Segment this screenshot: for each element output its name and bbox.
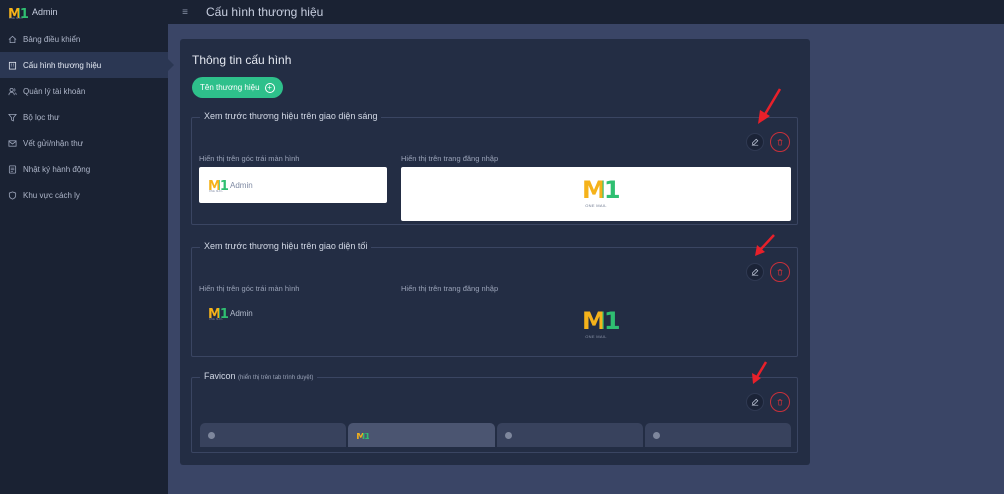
brand-label: Admin xyxy=(32,7,58,17)
sidebar-item-label: Khu vực cách ly xyxy=(23,190,80,200)
light-left-label: Hiển thị trên góc trái màn hình xyxy=(199,154,300,163)
favicon-subtitle: (hiển thị trên tab trình duyệt) xyxy=(238,375,314,381)
m1-logo-icon: M1 ONE MAIL xyxy=(208,179,229,194)
dark-theme-section: Xem trước thương hiệu trên giao diện tối… xyxy=(191,241,798,357)
trash-icon xyxy=(777,399,783,406)
edit-dark-button[interactable] xyxy=(746,263,764,281)
card-title: Thông tin cấu hình xyxy=(192,53,292,67)
sidebar-item-quarantine[interactable]: Khu vực cách ly xyxy=(0,182,168,208)
users-icon xyxy=(8,87,17,96)
trash-icon xyxy=(777,139,783,146)
favicon-browser-tabs: M1 xyxy=(200,423,791,447)
edit-icon xyxy=(751,138,759,146)
m1-logo-icon: M1 ONE MAIL xyxy=(8,7,29,22)
sidebar-item-brand-config[interactable]: Cấu hình thương hiệu xyxy=(0,52,174,78)
dark-login-preview: M1 ONE MAIL xyxy=(401,300,791,350)
light-theme-title: Xem trước thương hiệu trên giao diện sán… xyxy=(200,111,382,121)
dark-right-label: Hiển thị trên trang đăng nhập xyxy=(401,284,499,293)
page-title: Cấu hình thương hiệu xyxy=(206,5,324,19)
dark-left-preview: M1 ONE MAIL Admin xyxy=(199,298,387,328)
light-left-preview: M1 ONE MAIL Admin xyxy=(199,167,387,203)
mail-icon xyxy=(8,139,17,148)
m1-favicon-icon: M1 xyxy=(356,432,370,442)
sidebar-item-label: Cấu hình thương hiệu xyxy=(23,60,102,70)
config-card: Thông tin cấu hình Tên thương hiệu + Xem… xyxy=(180,39,810,465)
dark-theme-title: Xem trước thương hiệu trên giao diện tối xyxy=(200,241,372,251)
log-icon xyxy=(8,164,17,174)
edit-light-button[interactable] xyxy=(746,133,764,151)
brand[interactable]: M1 ONE MAIL Admin xyxy=(0,0,168,24)
edit-icon xyxy=(751,268,759,276)
light-right-label: Hiển thị trên trang đăng nhập xyxy=(401,154,499,163)
dark-left-label: Hiển thị trên góc trái màn hình xyxy=(199,284,300,293)
favicon-section: Favicon (hiển thị trên tab trình duyệt) … xyxy=(191,371,798,453)
edit-favicon-button[interactable] xyxy=(746,393,764,411)
home-icon xyxy=(8,35,17,44)
annotation-arrow-icon xyxy=(758,88,782,124)
light-theme-section: Xem trước thương hiệu trên giao diện sán… xyxy=(191,111,798,225)
sidebar-nav: Bảng điều khiển Cấu hình thương hiệu Quả… xyxy=(0,26,174,208)
annotation-arrow-icon xyxy=(755,234,775,256)
delete-light-button[interactable] xyxy=(770,132,790,152)
sidebar-item-label: Quản lý tài khoản xyxy=(23,86,86,96)
trash-icon xyxy=(777,269,783,276)
sidebar-item-mail-filter[interactable]: Bộ lọc thư xyxy=(0,104,168,130)
delete-favicon-button[interactable] xyxy=(770,392,790,412)
edit-icon xyxy=(751,398,759,406)
tab-favicon-placeholder-icon xyxy=(208,431,215,439)
sidebar-item-action-log[interactable]: Nhật ký hành động xyxy=(0,156,168,182)
browser-tab[interactable] xyxy=(644,423,791,447)
sidebar-item-label: Bảng điều khiển xyxy=(23,34,81,44)
filter-icon xyxy=(8,113,17,122)
topbar: ≡ Cấu hình thương hiệu xyxy=(168,0,1004,24)
delete-dark-button[interactable] xyxy=(770,262,790,282)
tab-favicon-placeholder-icon xyxy=(652,431,660,439)
sidebar: M1 ONE MAIL Admin Bảng điều khiển Cấu hì… xyxy=(0,0,174,494)
browser-tab[interactable] xyxy=(200,423,347,447)
sidebar-item-label: Bộ lọc thư xyxy=(23,112,60,122)
menu-toggle-icon[interactable]: ≡ xyxy=(178,5,192,19)
tab-favicon-placeholder-icon xyxy=(504,431,512,439)
add-brand-button-label: Tên thương hiệu xyxy=(200,83,260,92)
sidebar-item-label: Vết gửi/nhận thư xyxy=(23,138,84,148)
browser-tab-active[interactable]: M1 xyxy=(348,423,495,447)
sidebar-item-label: Nhật ký hành động xyxy=(23,164,91,174)
m1-logo-large-icon: M1 ONE MAIL xyxy=(582,307,621,339)
annotation-arrow-icon xyxy=(752,361,768,384)
shield-icon xyxy=(8,190,17,200)
browser-tab[interactable] xyxy=(496,423,643,447)
sidebar-item-mail-trace[interactable]: Vết gửi/nhận thư xyxy=(0,130,168,156)
dark-admin-text: Admin xyxy=(230,308,253,318)
add-brand-button[interactable]: Tên thương hiệu + xyxy=(192,77,283,98)
sidebar-item-dashboard[interactable]: Bảng điều khiển xyxy=(0,26,168,52)
m1-logo-large-icon: M1 ONE MAIL xyxy=(582,176,621,208)
building-icon xyxy=(8,61,17,70)
sidebar-item-accounts[interactable]: Quản lý tài khoản xyxy=(0,78,168,104)
m1-logo-icon: M1 ONE MAIL xyxy=(208,307,229,322)
light-admin-text: Admin xyxy=(230,180,253,190)
favicon-title: Favicon (hiển thị trên tab trình duyệt) xyxy=(200,371,318,381)
plus-circle-icon: + xyxy=(264,82,275,93)
light-login-preview: M1 ONE MAIL xyxy=(401,167,791,221)
